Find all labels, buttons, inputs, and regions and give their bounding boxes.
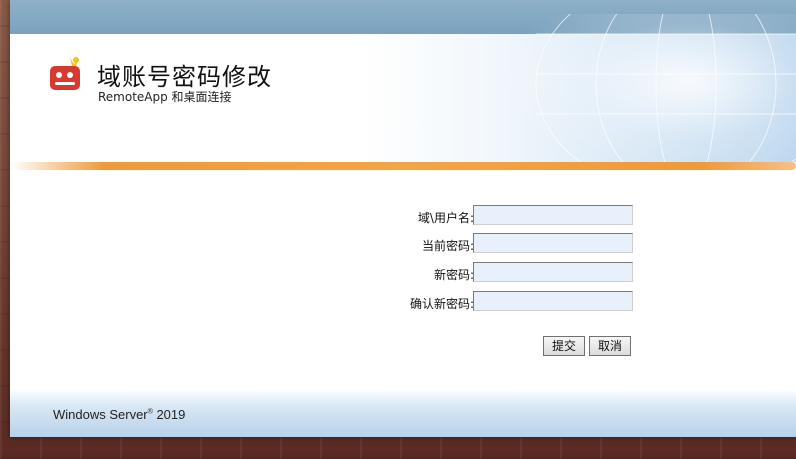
page-footer: Windows Server® 2019 <box>10 389 796 437</box>
brand-name: Windows Server <box>53 407 148 422</box>
password-change-window: 域账号密码修改 RemoteApp 和桌面连接 域\用户名: 当前密码: 新密码… <box>10 0 796 437</box>
form-row-current-password: 当前密码: <box>10 233 796 257</box>
current-password-input[interactable] <box>473 233 633 253</box>
remoteapp-logo-icon <box>46 54 90 98</box>
confirm-password-label: 确认新密码: <box>409 297 474 311</box>
cancel-button[interactable]: 取消 <box>589 336 632 356</box>
page-title: 域账号密码修改 <box>97 63 272 91</box>
confirm-password-input[interactable] <box>473 291 633 311</box>
form-row-username: 域\用户名: <box>10 205 796 229</box>
new-password-input[interactable] <box>473 262 633 282</box>
globe-decoration <box>496 14 796 184</box>
brand-version: 2019 <box>156 407 186 422</box>
form-row-new-password: 新密码: <box>10 262 796 286</box>
username-label: 域\用户名: <box>417 211 474 225</box>
page-subtitle: RemoteApp 和桌面连接 <box>98 90 232 104</box>
header-divider <box>10 162 796 170</box>
new-password-label: 新密码: <box>433 268 474 282</box>
current-password-label: 当前密码: <box>421 239 474 253</box>
page-header: 域账号密码修改 RemoteApp 和桌面连接 <box>10 14 796 184</box>
form-row-confirm-password: 确认新密码: <box>10 291 796 315</box>
submit-button[interactable]: 提交 <box>543 336 586 356</box>
trademark-mark: ® <box>147 408 153 416</box>
username-input[interactable] <box>473 205 633 225</box>
windows-server-brand: Windows Server® 2019 <box>53 407 185 422</box>
